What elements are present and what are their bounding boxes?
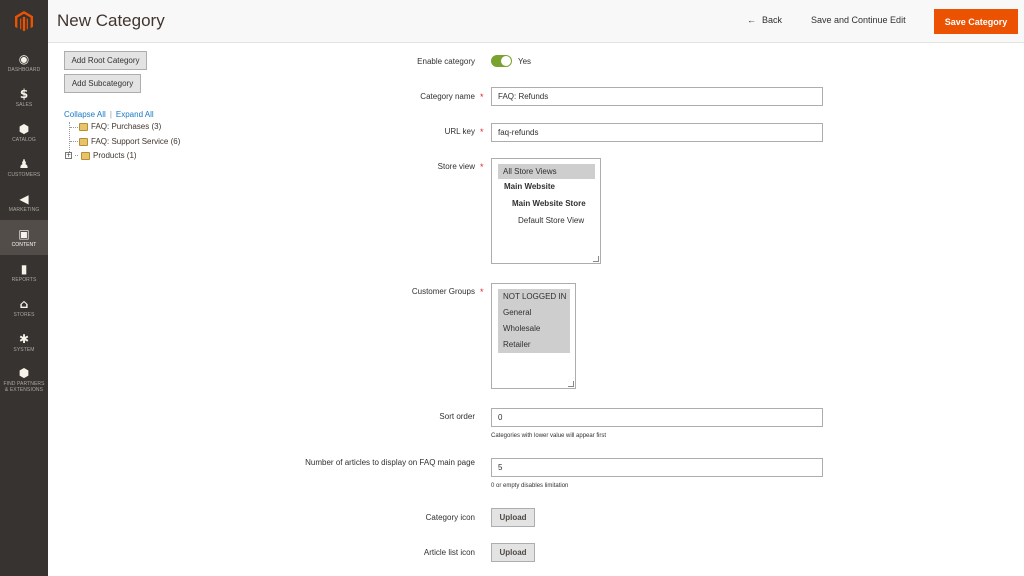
sidebar-item-label: REPORTS	[11, 276, 37, 283]
store-view-option[interactable]: All Store Views	[498, 164, 595, 179]
arrow-left-icon: ←	[747, 15, 756, 25]
required-asterisk: *	[480, 287, 484, 297]
sidebar-item-reports[interactable]: ▮ REPORTS	[0, 255, 48, 290]
cube-icon: ⬢	[18, 121, 30, 136]
sidebar-item-dashboard[interactable]: ◉ DASHBOARD	[0, 45, 48, 80]
tree-node-label: FAQ: Support Service (6)	[91, 137, 181, 146]
article-list-icon-label: Article list icon	[423, 548, 475, 557]
url-key-input[interactable]: faq-refunds	[491, 123, 823, 142]
store-view-label: Store view	[437, 162, 475, 171]
sidebar-item-stores[interactable]: ⌂ STORES	[0, 290, 48, 325]
bar-chart-icon: ▮	[20, 261, 28, 276]
customer-group-option[interactable]: NOT LOGGED IN	[498, 289, 570, 305]
store-view-option[interactable]: Default Store View	[518, 216, 584, 225]
customer-groups-label: Customer Groups	[411, 287, 475, 296]
sort-order-input[interactable]: 0	[491, 408, 823, 427]
toggle-knob	[501, 56, 511, 66]
sort-order-note: Categories with lower value will appear …	[491, 433, 607, 439]
tree-connector	[75, 155, 78, 156]
customer-groups-multiselect[interactable]: NOT LOGGED IN General Wholesale Retailer	[491, 283, 576, 389]
storefront-icon: ⌂	[19, 296, 29, 311]
enable-category-value: Yes	[518, 57, 532, 66]
sidebar-item-system[interactable]: ✱ SYSTEM	[0, 325, 48, 360]
enable-category-label: Enable category	[417, 57, 475, 66]
sidebar-item-label: DASHBOARD	[7, 66, 41, 73]
sidebar-item-label: STORES	[13, 311, 35, 318]
enable-category-toggle[interactable]	[491, 55, 512, 67]
gear-icon: ✱	[18, 331, 30, 346]
sidebar-item-label: CATALOG	[12, 136, 36, 143]
expand-plus-icon[interactable]: +	[65, 152, 72, 159]
sidebar-item-label: CUSTOMERS	[7, 171, 41, 178]
megaphone-icon: ◀	[19, 191, 29, 206]
expand-all-link[interactable]: Expand All	[116, 110, 154, 119]
folder-icon	[79, 122, 88, 131]
box-icon: ⬢	[18, 366, 30, 380]
tree-connector	[70, 127, 78, 128]
store-view-multiselect[interactable]: All Store Views Main Website Main Websit…	[491, 158, 601, 264]
articles-count-note: 0 or empty disables limitation	[491, 483, 569, 489]
resize-grip-icon[interactable]	[593, 256, 599, 262]
magento-logo-icon[interactable]	[0, 0, 48, 42]
category-name-input[interactable]: FAQ: Refunds	[491, 87, 823, 106]
url-key-label: URL key	[444, 127, 475, 136]
tree-controls: Collapse All | Expand All	[64, 110, 154, 119]
sidebar-item-content[interactable]: ▣ CONTENT	[0, 220, 48, 255]
article-list-icon-upload-button[interactable]: Upload	[491, 543, 535, 562]
sidebar-item-label: SYSTEM	[13, 346, 35, 353]
tree-node-label: FAQ: Purchases (3)	[91, 122, 162, 131]
sidebar-item-label: SALES	[15, 101, 33, 108]
sidebar-item-marketing[interactable]: ◀ MARKETING	[0, 185, 48, 220]
tree-node[interactable]: FAQ: Purchases (3)	[79, 122, 161, 131]
tree-node[interactable]: + Products (1)	[65, 151, 137, 160]
dashboard-icon: ◉	[18, 51, 30, 66]
customer-group-option[interactable]: Retailer	[498, 337, 570, 353]
sidebar-item-find-partners[interactable]: ⬢ FIND PARTNERS & EXTENSIONS	[0, 360, 48, 400]
person-icon: ♟	[18, 156, 30, 171]
add-root-category-button[interactable]: Add Root Category	[64, 51, 147, 70]
back-label: Back	[762, 15, 783, 25]
category-name-label: Category name	[420, 92, 475, 101]
page-header: New Category ← Back Save and Continue Ed…	[48, 0, 1024, 43]
add-subcategory-button[interactable]: Add Subcategory	[64, 74, 141, 93]
required-asterisk: *	[480, 162, 484, 172]
category-icon-label: Category icon	[425, 513, 475, 522]
sort-order-label: Sort order	[439, 412, 475, 421]
save-and-continue-button[interactable]: Save and Continue Edit	[811, 15, 906, 25]
customer-group-option[interactable]: General	[498, 305, 570, 321]
dollar-icon: $	[19, 86, 29, 101]
tree-connector	[70, 141, 78, 142]
tree-node-label: Products (1)	[93, 151, 137, 160]
sidebar-item-label: FIND PARTNERS & EXTENSIONS	[3, 381, 45, 393]
page-title: New Category	[57, 11, 165, 30]
resize-grip-icon[interactable]	[568, 381, 574, 387]
sidebar-item-label: MARKETING	[8, 206, 40, 213]
admin-sidebar: ◉ DASHBOARD $ SALES ⬢ CATALOG ♟ CUSTOMERS ◀ MARKE…	[0, 0, 48, 576]
sidebar-item-customers[interactable]: ♟ CUSTOMERS	[0, 150, 48, 185]
store-view-option[interactable]: Main Website Store	[512, 199, 586, 208]
sidebar-item-label: CONTENT	[11, 241, 37, 248]
folder-icon	[81, 151, 90, 160]
collapse-all-link[interactable]: Collapse All	[64, 110, 106, 119]
layout-icon: ▣	[18, 226, 30, 241]
required-asterisk: *	[480, 92, 484, 102]
tree-node[interactable]: FAQ: Support Service (6)	[79, 137, 180, 146]
folder-icon	[79, 137, 88, 146]
link-separator: |	[109, 110, 112, 119]
articles-count-input[interactable]: 5	[491, 458, 823, 477]
back-button[interactable]: ← Back	[747, 15, 782, 25]
customer-group-option[interactable]: Wholesale	[498, 321, 570, 337]
articles-count-label: Number of articles to display on FAQ mai…	[305, 458, 475, 467]
sidebar-item-catalog[interactable]: ⬢ CATALOG	[0, 115, 48, 150]
sidebar-item-sales[interactable]: $ SALES	[0, 80, 48, 115]
save-category-button[interactable]: Save Category	[934, 9, 1018, 34]
required-asterisk: *	[480, 127, 484, 137]
store-view-option[interactable]: Main Website	[504, 182, 555, 191]
category-icon-upload-button[interactable]: Upload	[491, 508, 535, 527]
